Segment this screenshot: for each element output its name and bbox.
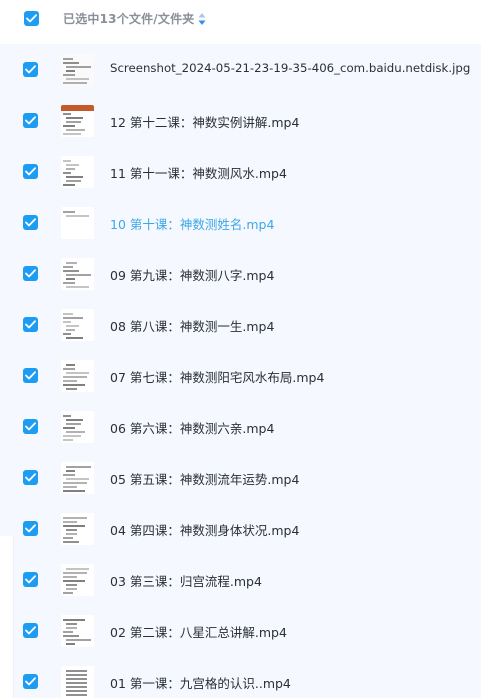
file-checkbox[interactable] (23, 623, 38, 638)
selection-count-label: 已选中13个文件/文件夹 (63, 12, 195, 26)
file-name: 01 第一课：九宫格的认识..mp4 (110, 676, 291, 691)
file-name: 07 第七课：神数测阳宅风水布局.mp4 (110, 370, 325, 385)
file-checkbox[interactable] (23, 317, 38, 332)
file-row[interactable]: 10 第十课：神数测姓名.mp4 (0, 197, 481, 248)
checkmark-icon (25, 269, 36, 278)
file-row[interactable]: 11 第十一课：神数测风水.mp4 (0, 146, 481, 197)
file-row[interactable]: 09 第九课：神数测八字.mp4 (0, 248, 481, 299)
file-row[interactable]: 12 第十二课：神数实例讲解.mp4 (0, 95, 481, 146)
checkmark-icon (25, 677, 36, 686)
file-thumbnail (61, 309, 94, 341)
file-name: 08 第八课：神数测一生.mp4 (110, 319, 275, 334)
file-name: 03 第三课：归宫流程.mp4 (110, 574, 262, 589)
checkmark-icon (25, 575, 36, 584)
file-checkbox[interactable] (23, 419, 38, 434)
file-row[interactable]: 01 第一课：九宫格的认识..mp4 (0, 656, 481, 698)
file-thumbnail (61, 564, 94, 596)
checkmark-icon (25, 167, 36, 176)
file-name: 02 第二课：八星汇总讲解.mp4 (110, 625, 287, 640)
file-checkbox[interactable] (23, 266, 38, 281)
file-checkbox[interactable] (23, 113, 38, 128)
file-row[interactable]: 05 第五课：神数测流年运势.mp4 (0, 452, 481, 503)
file-checkbox[interactable] (23, 215, 38, 230)
checkmark-icon (25, 626, 36, 635)
file-checkbox[interactable] (23, 62, 38, 77)
file-checkbox[interactable] (23, 368, 38, 383)
file-name: 10 第十课：神数测姓名.mp4 (110, 217, 275, 232)
selection-header: 已选中13个文件/文件夹 (0, 0, 481, 44)
file-name: 04 第四课：神数测身体状况.mp4 (110, 523, 300, 538)
file-thumbnail (61, 360, 94, 392)
checkmark-icon (25, 116, 36, 125)
select-all-checkbox[interactable] (24, 11, 39, 26)
file-row[interactable]: 02 第二课：八星汇总讲解.mp4 (0, 605, 481, 656)
file-thumbnail (61, 258, 94, 290)
file-checkbox[interactable] (23, 470, 38, 485)
checkmark-icon (25, 320, 36, 329)
file-row[interactable]: 08 第八课：神数测一生.mp4 (0, 299, 481, 350)
file-name: 06 第六课：神数测六亲.mp4 (110, 421, 275, 436)
file-name: 11 第十一课：神数测风水.mp4 (110, 166, 287, 181)
file-checkbox[interactable] (23, 674, 38, 689)
file-row[interactable]: Screenshot_2024-05-21-23-19-35-406_com.b… (0, 44, 481, 95)
file-thumbnail (61, 54, 94, 86)
checkmark-icon (25, 371, 36, 380)
file-checkbox[interactable] (23, 164, 38, 179)
file-name: 09 第九课：神数测八字.mp4 (110, 268, 275, 283)
file-row[interactable]: 04 第四课：神数测身体状况.mp4 (0, 503, 481, 554)
file-name: 05 第五课：神数测流年运势.mp4 (110, 472, 300, 487)
file-checkbox[interactable] (23, 521, 38, 536)
file-thumbnail (61, 156, 94, 188)
file-row[interactable]: 03 第三课：归宫流程.mp4 (0, 554, 481, 605)
file-thumbnail (61, 666, 94, 698)
checkmark-icon (25, 422, 36, 431)
side-panel-edge (0, 536, 14, 698)
file-list[interactable]: Screenshot_2024-05-21-23-19-35-406_com.b… (0, 44, 481, 698)
checkmark-icon (25, 65, 36, 74)
file-thumbnail (61, 513, 94, 545)
checkmark-icon (25, 473, 36, 482)
file-manager: 已选中13个文件/文件夹 Screenshot_2024-05-21-23-19… (0, 0, 481, 698)
checkmark-icon (25, 218, 36, 227)
file-name: Screenshot_2024-05-21-23-19-35-406_com.b… (110, 61, 471, 75)
file-checkbox[interactable] (23, 572, 38, 587)
file-row[interactable]: 06 第六课：神数测六亲.mp4 (0, 401, 481, 452)
file-thumbnail (61, 207, 94, 239)
file-thumbnail (61, 105, 94, 137)
file-thumbnail (61, 615, 94, 647)
sort-toggle-icon[interactable] (197, 11, 207, 27)
file-thumbnail (61, 462, 94, 494)
checkmark-icon (25, 524, 36, 533)
file-row[interactable]: 07 第七课：神数测阳宅风水布局.mp4 (0, 350, 481, 401)
file-name: 12 第十二课：神数实例讲解.mp4 (110, 115, 300, 130)
checkmark-icon (26, 14, 37, 23)
file-thumbnail (61, 411, 94, 443)
